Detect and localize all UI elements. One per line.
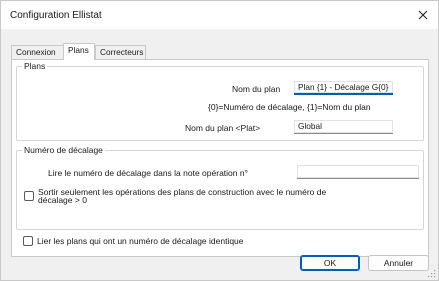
tab-correcteurs[interactable]: Correcteurs [95, 45, 146, 59]
offset-number-group: Numéro de décalage Lire le numéro de déc… [16, 145, 424, 230]
link-plans-label: Lier les plans qui ont un numéro de déca… [37, 236, 244, 246]
tab-strip: Connexion Plans Correcteurs [11, 43, 431, 60]
close-button[interactable] [408, 1, 438, 29]
read-offset-label: Lire le numéro de décalage dans la note … [48, 168, 248, 178]
plan-name-field[interactable]: Plan {1} - Décalage G{0} [294, 81, 393, 95]
plat-plan-name-label: Nom du plan <Plat> [185, 123, 261, 133]
tab-correcteurs-label: Correcteurs [100, 47, 144, 57]
plans-tab-panel: Plans Nom du plan Plan {1} - Décalage G{… [11, 59, 429, 257]
tab-connexion-label: Connexion [16, 47, 56, 57]
dialog-body: Connexion Plans Correcteurs Plans Nom du… [1, 29, 438, 280]
link-plans-checkbox[interactable] [23, 236, 33, 246]
plan-name-hint: {0}=Numéro de décalage, {1}=Nom du plan [208, 102, 371, 112]
tab-connexion[interactable]: Connexion [11, 45, 64, 59]
only-offset-option[interactable]: Sortir seulement les opérations des plan… [24, 188, 326, 204]
plat-plan-name-field[interactable]: Global [294, 120, 393, 134]
resize-grip-icon[interactable] [428, 270, 436, 278]
cancel-button[interactable]: Annuler [368, 255, 429, 271]
only-offset-label: Sortir seulement les opérations des plan… [38, 188, 326, 205]
window-title: Configuration Ellistat [10, 10, 102, 21]
title-bar[interactable]: Configuration Ellistat [1, 1, 438, 29]
only-offset-checkbox[interactable] [24, 191, 34, 201]
plans-group: Plans Nom du plan Plan {1} - Décalage G{… [16, 61, 424, 141]
close-icon [418, 10, 428, 20]
tab-plans-label: Plans [68, 45, 89, 55]
tab-plans[interactable]: Plans [63, 43, 95, 60]
read-offset-field[interactable] [297, 165, 419, 179]
link-plans-option[interactable]: Lier les plans qui ont un numéro de déca… [23, 236, 244, 246]
config-dialog: Configuration Ellistat Connexion Plans C… [0, 0, 439, 281]
only-offset-label-line2: décalage > 0 [38, 195, 87, 205]
plans-group-legend: Plans [22, 61, 48, 71]
ok-button[interactable]: OK [300, 255, 360, 271]
offset-group-legend: Numéro de décalage [22, 145, 105, 155]
plan-name-label: Nom du plan [232, 84, 281, 94]
